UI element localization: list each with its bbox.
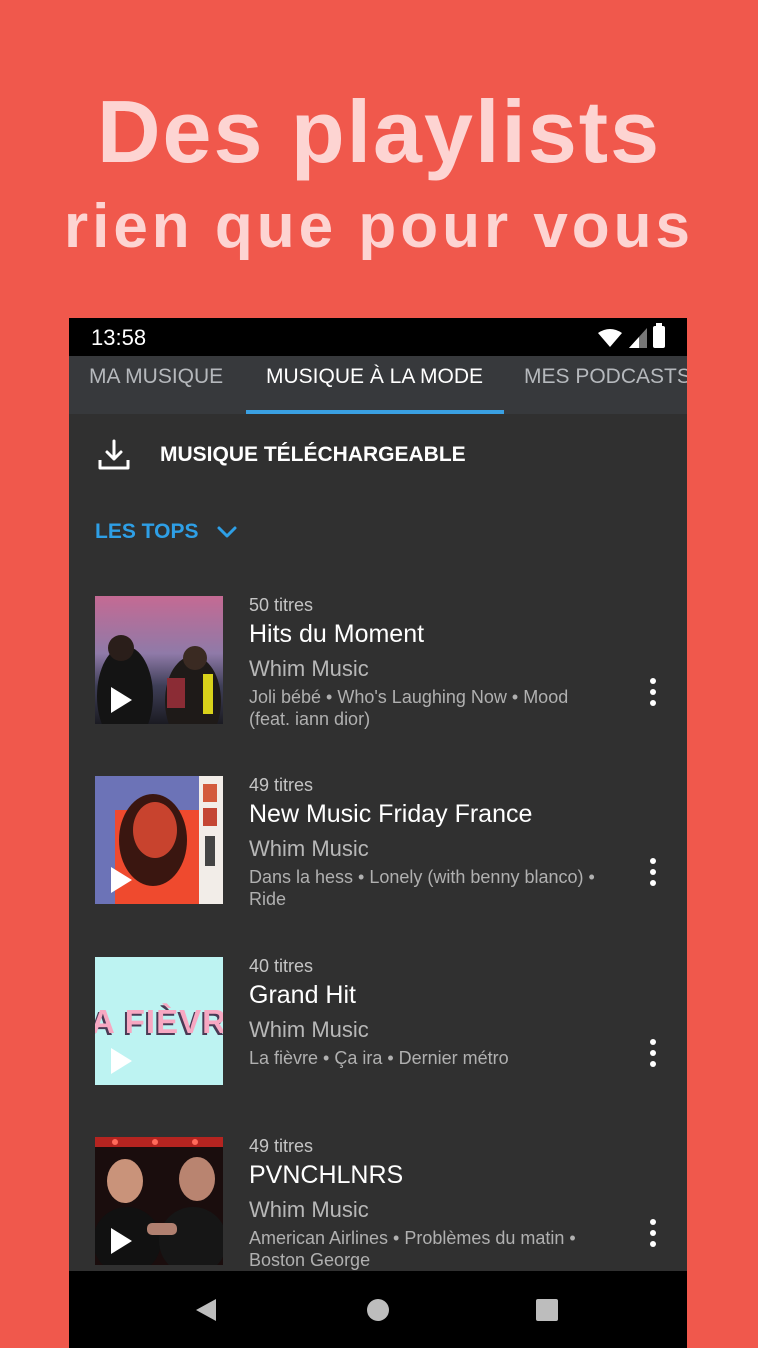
download-icon <box>98 439 130 470</box>
playlist-title: PVNCHLNRS <box>249 1161 404 1189</box>
playlist-track-count: 49 titres <box>249 775 314 795</box>
status-icons <box>597 323 665 348</box>
downloadable-music-row[interactable]: MUSIQUE TÉLÉCHARGEABLE <box>69 426 687 490</box>
playlist-owner: Whim Music <box>249 1017 369 1042</box>
status-bar: 13:58 <box>69 318 687 356</box>
playlist-title: Hits du Moment <box>249 620 425 648</box>
playlist-item[interactable]: 49 titres New Music Friday France Whim M… <box>69 775 687 926</box>
battery-icon <box>653 323 665 348</box>
more-options-icon[interactable] <box>649 1039 657 1067</box>
more-options-icon[interactable] <box>649 1219 657 1247</box>
playlist-cover[interactable] <box>95 1137 223 1265</box>
playlist-cover[interactable] <box>95 776 223 904</box>
playlist-tracks: La fièvre • Ça ira • Dernier métro <box>249 1048 509 1068</box>
tab-musique-a-la-mode[interactable]: MUSIQUE À LA MODE <box>266 356 483 414</box>
wifi-icon <box>598 329 622 347</box>
active-tab-indicator <box>246 410 504 414</box>
cover-text: A FIÈVR <box>95 1003 223 1040</box>
recent-apps-icon[interactable] <box>536 1299 558 1321</box>
playlist-track-count: 49 titres <box>249 1136 314 1156</box>
playlist-tracks: Joli bébé • Who's Laughing Now • Mood (f… <box>249 687 569 729</box>
phone-screen: 13:58 MA MUSIQUE MUSIQUE À LA MODE MES P… <box>69 318 687 1348</box>
playlist-item[interactable]: 50 titres Hits du Moment Whim Music Joli… <box>69 595 687 746</box>
playlist-track-count: 50 titres <box>249 595 314 615</box>
status-time: 13:58 <box>91 325 147 350</box>
playlist-owner: Whim Music <box>249 836 369 861</box>
tops-filter-label: LES TOPS <box>95 520 199 543</box>
play-icon <box>111 867 132 893</box>
play-icon <box>111 687 132 713</box>
chevron-down-icon <box>217 526 237 538</box>
playlist-cover[interactable]: A FIÈVR <box>95 957 223 1085</box>
playlist-tracks: American Airlines • Problèmes du matin •… <box>249 1228 576 1270</box>
navigation-bar <box>69 1271 687 1348</box>
back-icon[interactable] <box>195 1298 217 1322</box>
tab-bar: MA MUSIQUE MUSIQUE À LA MODE MES PODCAST… <box>69 356 687 414</box>
more-options-icon[interactable] <box>649 858 657 886</box>
promo-subtitle: rien que pour vous <box>63 192 695 261</box>
playlist-item[interactable]: 49 titres PVNCHLNRS Whim Music American … <box>69 1136 687 1287</box>
playlist-title: New Music Friday France <box>249 800 533 828</box>
downloadable-music-label: MUSIQUE TÉLÉCHARGEABLE <box>160 443 466 466</box>
promo-title: Des playlists <box>96 82 662 181</box>
more-options-icon[interactable] <box>649 678 657 706</box>
playlist-owner: Whim Music <box>249 1197 369 1222</box>
tab-mes-podcasts[interactable]: MES PODCASTS <box>524 356 687 414</box>
tab-ma-musique[interactable]: MA MUSIQUE <box>89 356 223 414</box>
playlist-title: Grand Hit <box>249 981 356 1009</box>
playlist-tracks: Dans la hess • Lonely (with benny blanco… <box>249 867 595 909</box>
home-icon[interactable] <box>367 1299 389 1321</box>
tops-filter-dropdown[interactable]: LES TOPS <box>95 520 238 544</box>
signal-icon <box>629 328 647 348</box>
playlist-track-count: 40 titres <box>249 956 314 976</box>
playlist-item[interactable]: A FIÈVR 40 titres Grand Hit Whim Music L… <box>69 956 687 1107</box>
playlist-owner: Whim Music <box>249 656 369 681</box>
playlist-cover[interactable] <box>95 596 223 724</box>
play-icon <box>111 1048 132 1074</box>
play-icon <box>111 1228 132 1254</box>
